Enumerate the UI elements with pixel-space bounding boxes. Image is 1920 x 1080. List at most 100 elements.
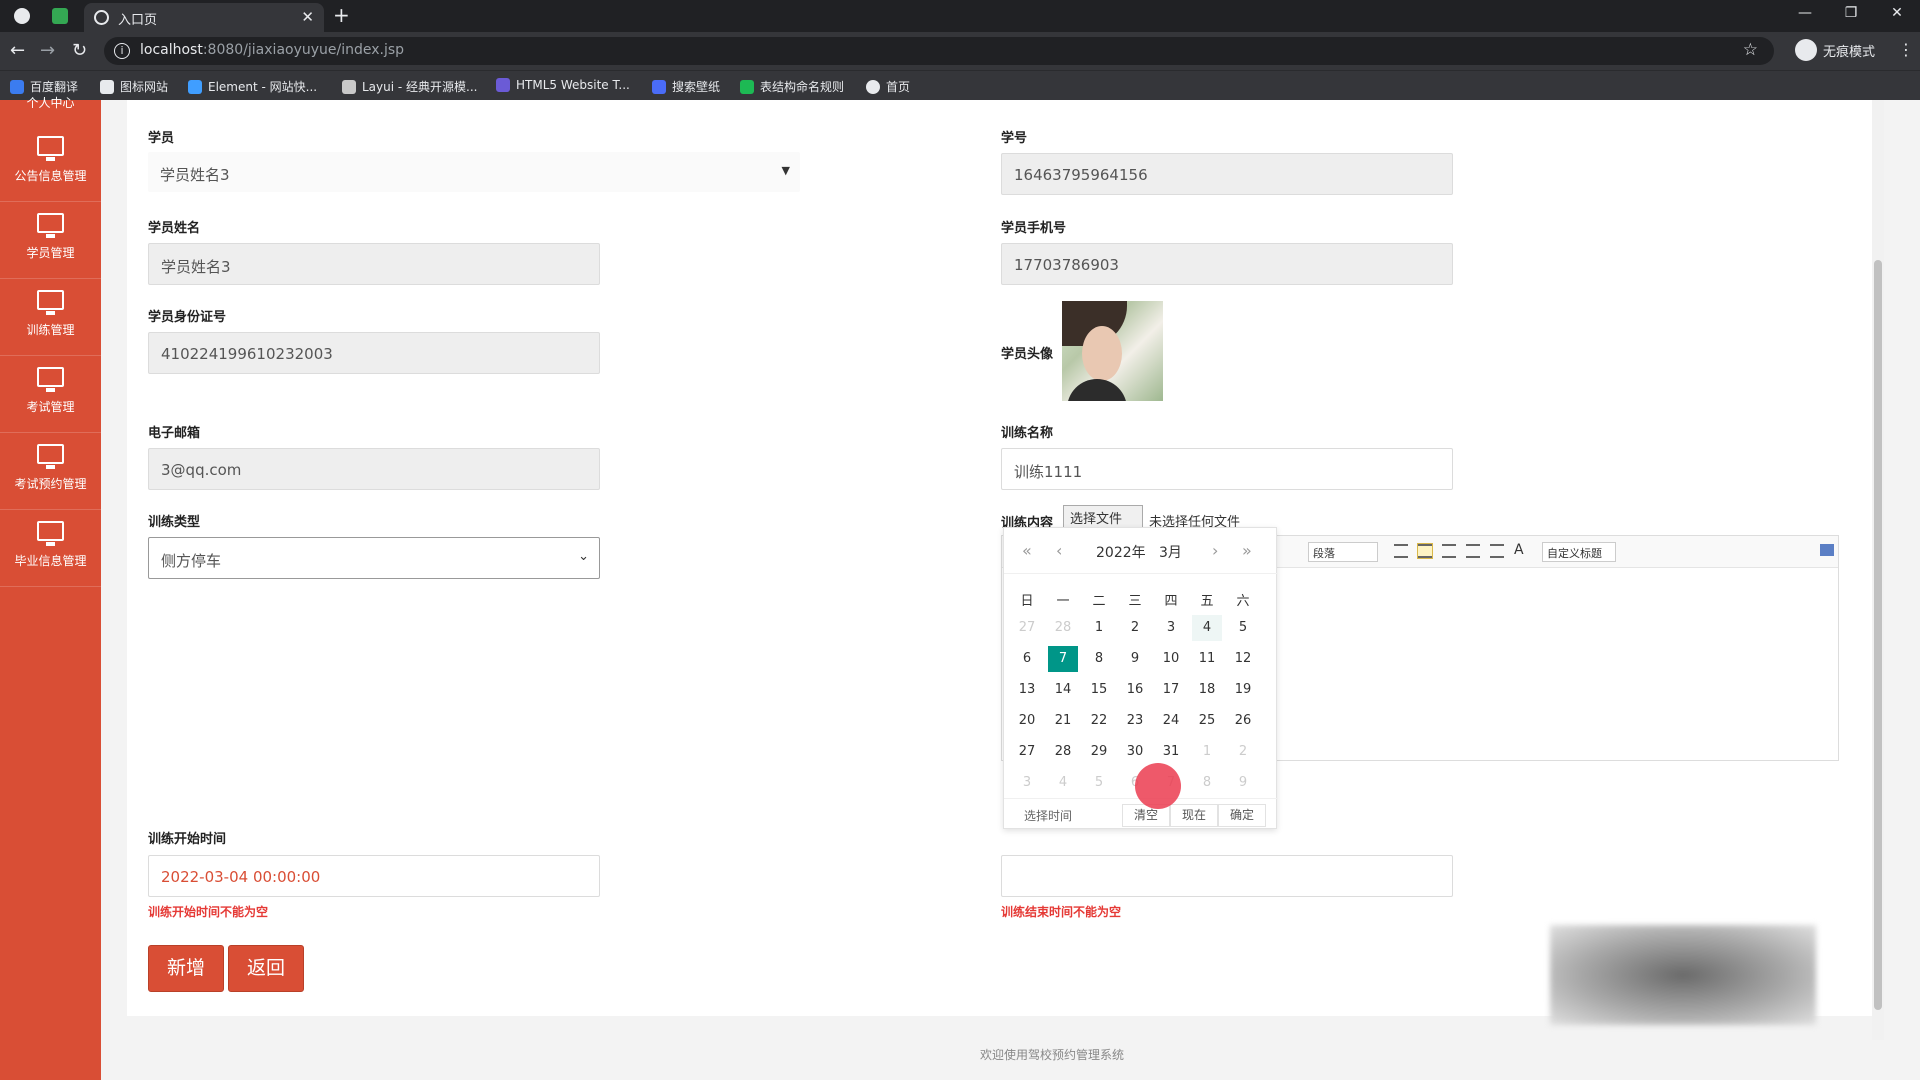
calendar-day[interactable]: 5 — [1228, 615, 1258, 641]
address-bar[interactable]: i localhost:8080/jiaxiaoyuyue/index.jsp … — [104, 37, 1774, 65]
calendar-day[interactable]: 3 — [1012, 770, 1042, 796]
sidebar-item-exam-booking[interactable]: 考试预约管理 — [0, 433, 101, 510]
calendar-day[interactable]: 9 — [1120, 646, 1150, 672]
align-center-icon[interactable] — [1442, 544, 1456, 558]
align-right-icon[interactable] — [1466, 544, 1480, 558]
sidebar-item-notice[interactable]: 公告信息管理 — [0, 125, 101, 202]
calendar-day[interactable]: 15 — [1084, 677, 1114, 703]
calendar-day[interactable]: 13 — [1012, 677, 1042, 703]
font-color-icon[interactable]: A — [1514, 542, 1524, 558]
calendar-day[interactable]: 1 — [1084, 615, 1114, 641]
calendar-day[interactable]: 18 — [1192, 677, 1222, 703]
fullscreen-icon[interactable] — [1820, 544, 1834, 556]
calendar-day[interactable]: 17 — [1156, 677, 1186, 703]
prev-month-icon[interactable]: ‹ — [1056, 541, 1062, 560]
table-icon[interactable] — [1394, 544, 1408, 558]
bookmark-star-icon[interactable]: ☆ — [1743, 40, 1758, 60]
bookmark-item[interactable]: HTML5 Website T... — [496, 78, 630, 92]
calendar-day[interactable]: 16 — [1120, 677, 1150, 703]
sidebar-item-students[interactable]: 学员管理 — [0, 202, 101, 279]
minimize-icon[interactable]: — — [1782, 0, 1828, 28]
calendar-day[interactable]: 26 — [1228, 708, 1258, 734]
calendar-day[interactable]: 3 — [1156, 615, 1186, 641]
calendar-day[interactable]: 1 — [1192, 739, 1222, 765]
new-tab-button[interactable]: + — [333, 3, 350, 27]
bookmark-item[interactable]: 表结构命名规则 — [740, 78, 844, 95]
now-button[interactable]: 现在 — [1170, 804, 1218, 827]
align-left-icon[interactable] — [1417, 543, 1433, 559]
calendar-day[interactable]: 2 — [1120, 615, 1150, 641]
sidebar-item-personal-center[interactable]: 个人中心 — [0, 94, 101, 111]
reload-icon[interactable]: ↻ — [72, 40, 87, 61]
calendar-day[interactable]: 19 — [1228, 677, 1258, 703]
forward-icon[interactable]: → — [40, 40, 55, 61]
email-field[interactable]: 3@qq.com — [148, 448, 600, 490]
calendar-day[interactable]: 12 — [1228, 646, 1258, 672]
calendar-day[interactable]: 28 — [1048, 615, 1078, 641]
calendar-day[interactable]: 28 — [1048, 739, 1078, 765]
student-no-field[interactable]: 16463795964156 — [1001, 153, 1453, 195]
calendar-day[interactable]: 14 — [1048, 677, 1078, 703]
calendar-day[interactable]: 27 — [1012, 615, 1042, 641]
select-time-link[interactable]: 选择时间 — [1024, 807, 1072, 824]
phone-field[interactable]: 17703786903 — [1001, 243, 1453, 285]
sidebar-item-exams[interactable]: 考试管理 — [0, 356, 101, 433]
add-button[interactable]: 新增 — [148, 945, 224, 992]
end-time-field[interactable] — [1001, 855, 1453, 897]
start-time-field[interactable]: 2022-03-04 00:00:00 — [148, 855, 600, 897]
scrollbar-thumb[interactable] — [1874, 260, 1882, 1010]
calendar-day[interactable]: 8 — [1192, 770, 1222, 796]
train-type-select[interactable]: 侧方停车 ⌄ — [148, 537, 600, 579]
incognito-indicator[interactable]: 无痕模式 — [1795, 39, 1875, 61]
bookmark-item[interactable]: 图标网站 — [100, 78, 168, 95]
sidebar-item-training[interactable]: 训练管理 — [0, 279, 101, 356]
picker-month[interactable]: 3月 — [1159, 542, 1182, 562]
custom-title-select[interactable]: 自定义标题 — [1542, 542, 1616, 562]
idcard-field[interactable]: 410224199610232003 — [148, 332, 600, 374]
bookmark-item[interactable]: Layui - 经典开源模... — [342, 78, 477, 95]
tab-active[interactable]: 入口页 ✕ — [84, 3, 324, 32]
browser-menu-icon[interactable] — [14, 8, 30, 24]
picker-year[interactable]: 2022年 — [1096, 542, 1146, 562]
calendar-day[interactable]: 4 — [1192, 615, 1222, 641]
next-year-icon[interactable]: » — [1242, 541, 1252, 560]
student-select[interactable]: 学员姓名3 ▼ — [148, 152, 800, 192]
restore-icon[interactable]: ❐ — [1828, 0, 1874, 28]
back-icon[interactable]: ← — [10, 40, 25, 61]
pinned-tab-icon[interactable] — [52, 8, 68, 24]
page-scrollbar[interactable] — [1872, 100, 1884, 1040]
calendar-day[interactable]: 20 — [1012, 708, 1042, 734]
paragraph-select[interactable]: 段落 — [1308, 542, 1378, 562]
calendar-day[interactable]: 4 — [1048, 770, 1078, 796]
sidebar-item-graduation[interactable]: 毕业信息管理 — [0, 510, 101, 587]
calendar-day[interactable]: 21 — [1048, 708, 1078, 734]
calendar-day[interactable]: 25 — [1192, 708, 1222, 734]
bookmark-item[interactable]: 百度翻译 — [10, 78, 78, 95]
train-name-field[interactable]: 训练1111 — [1001, 448, 1453, 490]
choose-file-button[interactable]: 选择文件 — [1063, 505, 1143, 529]
calendar-day[interactable]: 8 — [1084, 646, 1114, 672]
calendar-day[interactable]: 6 — [1012, 646, 1042, 672]
calendar-day[interactable]: 22 — [1084, 708, 1114, 734]
back-button[interactable]: 返回 — [228, 945, 304, 992]
calendar-day[interactable]: 27 — [1012, 739, 1042, 765]
prev-year-icon[interactable]: « — [1022, 541, 1032, 560]
bookmark-item[interactable]: 搜索壁纸 — [652, 78, 720, 95]
calendar-day[interactable]: 11 — [1192, 646, 1222, 672]
next-month-icon[interactable]: › — [1212, 541, 1218, 560]
window-close-icon[interactable]: ✕ — [1874, 0, 1920, 28]
calendar-day[interactable]: 7 — [1048, 646, 1078, 672]
calendar-day[interactable]: 9 — [1228, 770, 1258, 796]
justify-icon[interactable] — [1490, 544, 1504, 558]
calendar-day[interactable]: 10 — [1156, 646, 1186, 672]
name-field[interactable]: 学员姓名3 — [148, 243, 600, 285]
calendar-day[interactable]: 31 — [1156, 739, 1186, 765]
calendar-day[interactable]: 5 — [1084, 770, 1114, 796]
close-icon[interactable]: ✕ — [301, 8, 314, 26]
confirm-button[interactable]: 确定 — [1218, 804, 1266, 827]
bookmark-item[interactable]: 首页 — [866, 78, 910, 95]
site-info-icon[interactable]: i — [114, 43, 130, 59]
bookmark-item[interactable]: Element - 网站快... — [188, 78, 317, 95]
calendar-day[interactable]: 24 — [1156, 708, 1186, 734]
calendar-day[interactable]: 2 — [1228, 739, 1258, 765]
